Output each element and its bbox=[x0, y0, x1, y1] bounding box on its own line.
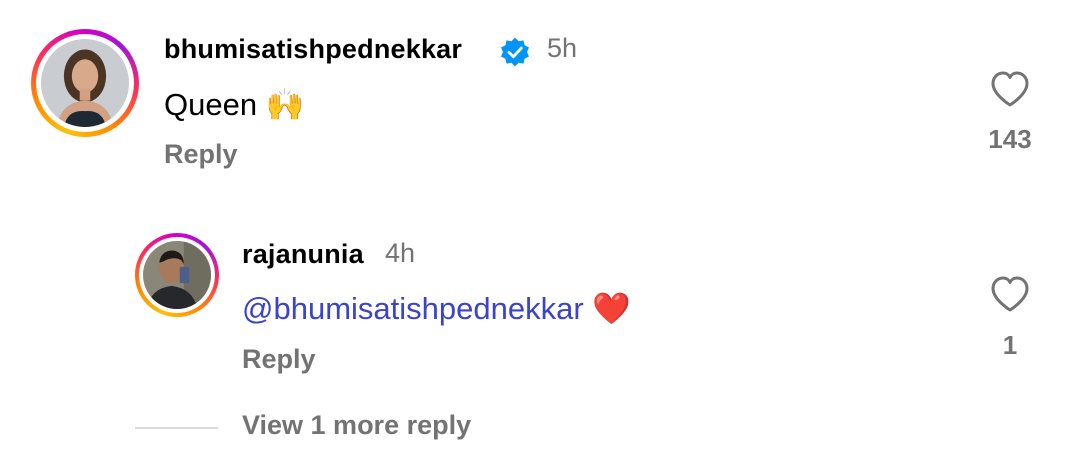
reply-avatar[interactable] bbox=[135, 233, 219, 317]
like-count: 1 bbox=[1002, 330, 1018, 360]
reply-username[interactable]: rajanunia bbox=[242, 239, 364, 270]
avatar-illustration bbox=[143, 241, 211, 309]
avatar-illustration bbox=[41, 39, 129, 127]
like-heart-icon[interactable] bbox=[990, 70, 1030, 113]
comment-username[interactable]: bhumisatishpednekkar bbox=[164, 34, 462, 65]
comment-text-content: Queen bbox=[164, 87, 258, 122]
avatar-photo bbox=[143, 241, 211, 309]
like-heart-icon[interactable] bbox=[990, 275, 1030, 318]
red-heart-emoji: ❤️ bbox=[592, 291, 631, 326]
comment-timestamp: 5h bbox=[547, 33, 578, 63]
reply-button[interactable]: Reply bbox=[164, 139, 238, 170]
raised-hands-emoji: 🙌 bbox=[265, 87, 305, 122]
like-count: 143 bbox=[988, 124, 1032, 154]
reply-timestamp: 4h bbox=[385, 238, 416, 268]
reply-text: @bhumisatishpednekkar ❤️ bbox=[242, 290, 631, 327]
comment-text: Queen 🙌 bbox=[164, 86, 304, 123]
mention-link[interactable]: @bhumisatishpednekkar bbox=[242, 291, 584, 326]
thread-divider bbox=[135, 427, 218, 429]
reply-button[interactable]: Reply bbox=[242, 344, 316, 375]
avatar-photo bbox=[41, 39, 129, 127]
view-more-replies-button[interactable]: View 1 more reply bbox=[242, 410, 471, 441]
comment-avatar[interactable] bbox=[31, 29, 139, 137]
verified-badge-icon bbox=[499, 36, 531, 68]
